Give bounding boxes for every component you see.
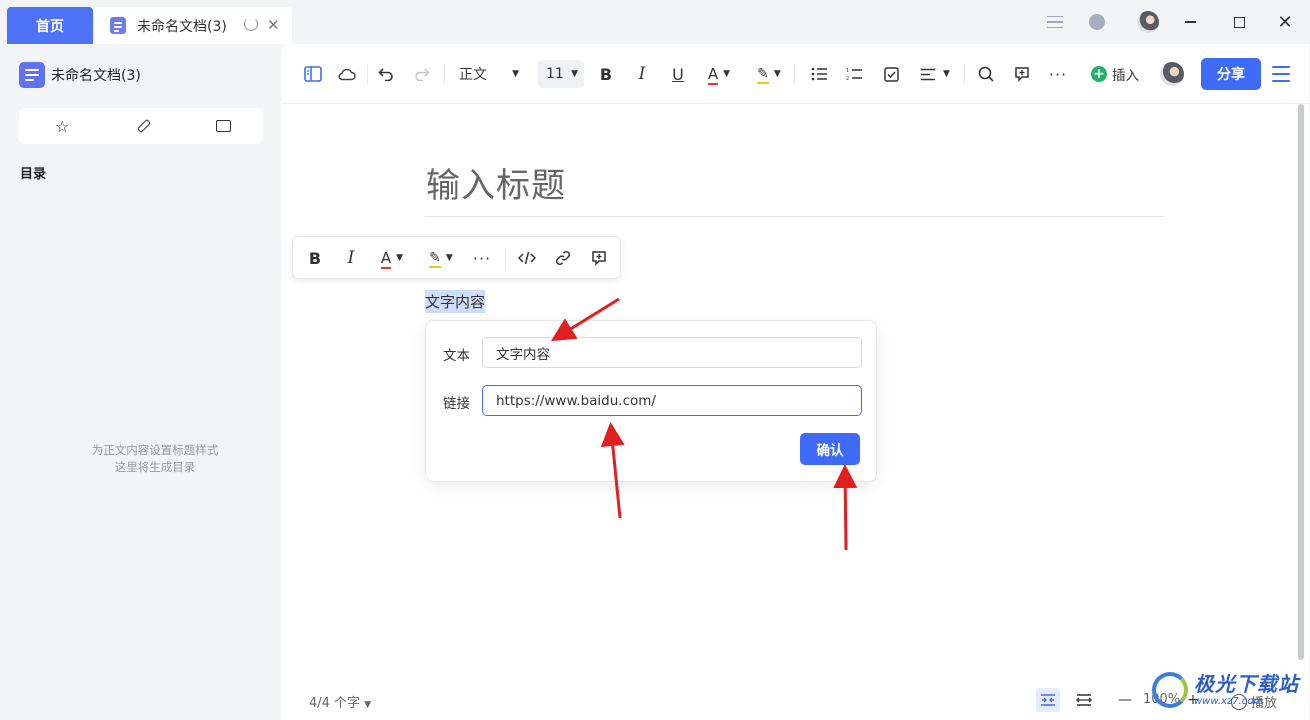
- title-bar: 首页 未命名文档(3) ✕ ✕: [0, 0, 1310, 44]
- sidebar: 未命名文档(3) ☆ 目录 为正文内容设置标题样式 这里将生成目录: [0, 44, 281, 720]
- avatar[interactable]: [1160, 62, 1184, 86]
- watermark-main: 极光下载站: [1194, 672, 1299, 696]
- chevron-down-icon: ▼: [571, 69, 578, 79]
- toc-heading: 目录: [20, 167, 47, 182]
- watermark-sub: www.xz7.com: [1194, 696, 1264, 707]
- font-size-select[interactable]: 11 ▼: [538, 60, 584, 88]
- redo-icon[interactable]: [412, 62, 432, 86]
- link-field-label: 链接: [443, 396, 470, 412]
- insert-button[interactable]: + 插入: [1091, 62, 1139, 86]
- title-divider: [425, 216, 1165, 217]
- doc-icon: [110, 17, 126, 34]
- doc-icon: [19, 62, 45, 88]
- full-width-icon[interactable]: [1072, 688, 1096, 712]
- text-field-label: 文本: [443, 348, 470, 364]
- font-color-icon[interactable]: A ▼: [704, 62, 734, 86]
- page-width-icon[interactable]: [1036, 688, 1060, 712]
- svg-text:1: 1: [846, 68, 849, 74]
- toc-hint: 为正文内容设置标题样式 这里将生成目录: [0, 442, 310, 476]
- divider: [505, 248, 506, 268]
- editor: 正文 ▼ 11 ▼ B I U A ▼ ✎ ▼ 12 ▼ ··· + 插入 分享…: [281, 44, 1309, 720]
- tab-document-label: 未命名文档(3): [137, 18, 227, 35]
- code-icon[interactable]: [516, 246, 538, 270]
- tab-home[interactable]: 首页: [7, 7, 93, 44]
- refresh-icon[interactable]: [244, 17, 258, 31]
- document-title-placeholder[interactable]: 输入标题: [426, 158, 566, 207]
- share-button[interactable]: 分享: [1201, 58, 1261, 90]
- sidebar-toggle-icon[interactable]: [303, 62, 323, 86]
- minimize-icon[interactable]: [1182, 0, 1198, 44]
- avatar[interactable]: [1137, 0, 1159, 44]
- menu-icon[interactable]: [1046, 0, 1064, 44]
- maximize-icon[interactable]: [1232, 0, 1246, 44]
- bold-icon[interactable]: B: [596, 62, 616, 86]
- chevron-down-icon: ▼: [512, 69, 519, 79]
- watermark-icon: [1152, 672, 1188, 708]
- link-dialog: 文本 文字内容 链接 https://www.baidu.com/ 确认: [425, 320, 877, 482]
- sidebar-doc-title[interactable]: 未命名文档(3): [19, 62, 141, 88]
- divider: [794, 64, 795, 84]
- star-icon[interactable]: ☆: [51, 117, 73, 136]
- insert-label: 插入: [1112, 68, 1139, 84]
- link-text-input[interactable]: 文字内容: [482, 337, 862, 368]
- folder-icon[interactable]: [215, 120, 231, 132]
- divider: [964, 64, 965, 84]
- search-icon[interactable]: [976, 62, 996, 86]
- bold-icon[interactable]: B: [305, 246, 325, 270]
- tab-document[interactable]: 未命名文档(3) ✕: [94, 7, 292, 44]
- paragraph-style-select[interactable]: 正文 ▼: [459, 62, 519, 86]
- underline-icon[interactable]: U: [668, 62, 688, 86]
- sidebar-actions: ☆: [19, 108, 263, 144]
- close-icon[interactable]: ✕: [267, 16, 280, 34]
- highlight-icon[interactable]: ✎ ▼: [426, 246, 456, 270]
- align-icon[interactable]: ▼: [917, 62, 953, 86]
- sidebar-doc-title-label: 未命名文档(3): [51, 68, 141, 84]
- floating-format-toolbar: B I A ▼ ✎ ▼ ···: [292, 236, 621, 279]
- cloud-icon[interactable]: [337, 62, 357, 86]
- zoom-out-icon[interactable]: —: [1117, 688, 1133, 712]
- menu-icon[interactable]: [1272, 66, 1290, 82]
- watermark-logo: 极光下载站 www.xz7.com: [1152, 668, 1302, 712]
- link-url-input[interactable]: https://www.baidu.com/: [482, 385, 862, 416]
- checkbox-icon[interactable]: [881, 62, 901, 86]
- svg-text:2: 2: [846, 76, 849, 81]
- word-count[interactable]: 4/4 个字 ▼: [309, 692, 371, 711]
- paragraph-style-value: 正文: [459, 67, 487, 83]
- pen-icon[interactable]: [137, 118, 152, 134]
- highlight-icon[interactable]: ✎ ▼: [754, 62, 784, 86]
- font-size-value: 11: [546, 66, 564, 82]
- toc-hint-line1: 为正文内容设置标题样式: [91, 443, 219, 457]
- plus-icon: +: [1091, 66, 1107, 82]
- italic-icon[interactable]: I: [632, 62, 652, 86]
- toc-hint-line2: 这里将生成目录: [114, 460, 196, 474]
- more-icon[interactable]: ···: [472, 246, 492, 270]
- comment-icon[interactable]: [1012, 62, 1032, 86]
- more-icon[interactable]: ···: [1048, 62, 1068, 86]
- confirm-button[interactable]: 确认: [800, 433, 860, 465]
- bullet-list-icon[interactable]: [809, 62, 829, 86]
- word-count-value: 4/4 个字: [309, 696, 361, 711]
- comment-icon[interactable]: [589, 246, 609, 270]
- divider: [444, 64, 445, 84]
- chat-icon[interactable]: [1088, 0, 1106, 44]
- scrollbar[interactable]: [1298, 104, 1304, 660]
- selected-text[interactable]: 文字内容: [425, 290, 486, 313]
- italic-icon[interactable]: I: [341, 246, 361, 270]
- undo-icon[interactable]: [376, 62, 396, 86]
- toolbar: 正文 ▼ 11 ▼ B I U A ▼ ✎ ▼ 12 ▼ ··· + 插入 分享: [281, 44, 1309, 104]
- divider: [367, 64, 368, 84]
- link-icon[interactable]: [553, 246, 573, 270]
- font-color-icon[interactable]: A ▼: [377, 246, 407, 270]
- window-close-icon[interactable]: ✕: [1276, 0, 1294, 44]
- numbered-list-icon[interactable]: 12: [844, 62, 864, 86]
